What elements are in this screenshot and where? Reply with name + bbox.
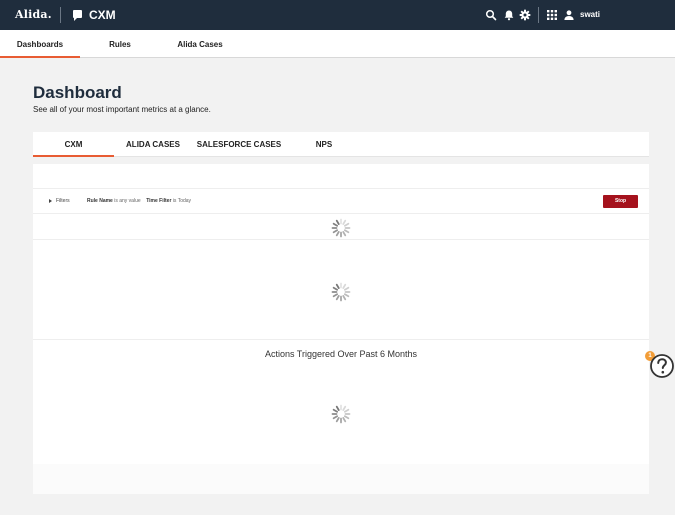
nav-tab-rules[interactable]: Rules xyxy=(96,30,144,58)
tab-salesforce-cases[interactable]: SALESFORCE CASES xyxy=(196,132,282,157)
apps-grid-icon[interactable] xyxy=(546,9,558,21)
main-nav: Dashboards Rules Alida Cases xyxy=(0,30,675,58)
filter-rule-value: is any value xyxy=(114,198,141,204)
topbar-separator xyxy=(538,7,539,23)
stop-button[interactable]: Stop xyxy=(603,195,638,208)
top-bar: Alida. CXM swati xyxy=(0,0,675,30)
filters-toggle[interactable]: Filters xyxy=(49,198,70,204)
loading-widget xyxy=(33,240,649,340)
nav-tab-alida-cases[interactable]: Alida Cases xyxy=(168,30,232,58)
filter-time-value: is Today xyxy=(172,198,192,204)
dashboard-header-row xyxy=(33,164,649,189)
app-name[interactable]: CXM xyxy=(89,8,116,22)
dashboard-content: Filters Rule Name is any value Time Filt… xyxy=(33,164,649,494)
actions-triggered-widget: Actions Triggered Over Past 6 Months xyxy=(33,340,649,464)
bell-icon[interactable] xyxy=(503,9,515,21)
username[interactable]: swati xyxy=(580,10,600,19)
gear-icon[interactable] xyxy=(519,9,531,21)
caret-right-icon xyxy=(49,198,52,203)
loading-row xyxy=(33,214,649,240)
user-icon[interactable] xyxy=(563,9,575,21)
nav-tab-dashboards[interactable]: Dashboards xyxy=(0,30,80,58)
alida-logo[interactable]: Alida. xyxy=(15,8,52,21)
search-icon[interactable] xyxy=(485,9,497,21)
filter-bar: Filters Rule Name is any value Time Filt… xyxy=(33,189,649,214)
widget-title: Actions Triggered Over Past 6 Months xyxy=(264,349,418,359)
filters-label: Filters xyxy=(56,198,70,204)
page-subtitle: See all of your most important metrics a… xyxy=(33,105,211,114)
tab-nps[interactable]: NPS xyxy=(309,132,339,157)
filter-time-label: Time Filter xyxy=(146,198,172,204)
dashboard-tabs: CXM ALIDA CASES SALESFORCE CASES NPS xyxy=(33,132,649,157)
tab-cxm[interactable]: CXM xyxy=(33,132,114,157)
chat-icon xyxy=(73,10,82,21)
filter-summary[interactable]: Rule Name is any value Time Filter is To… xyxy=(87,198,191,204)
tab-alida-cases[interactable]: ALIDA CASES xyxy=(123,132,183,157)
topbar-divider xyxy=(60,7,61,23)
loading-spinner-icon xyxy=(331,218,351,238)
filter-rule-label: Rule Name xyxy=(87,198,113,204)
help-question-icon[interactable] xyxy=(649,353,675,379)
page-title: Dashboard xyxy=(33,83,122,102)
loading-spinner-icon xyxy=(331,404,351,424)
loading-spinner-icon xyxy=(331,282,351,302)
